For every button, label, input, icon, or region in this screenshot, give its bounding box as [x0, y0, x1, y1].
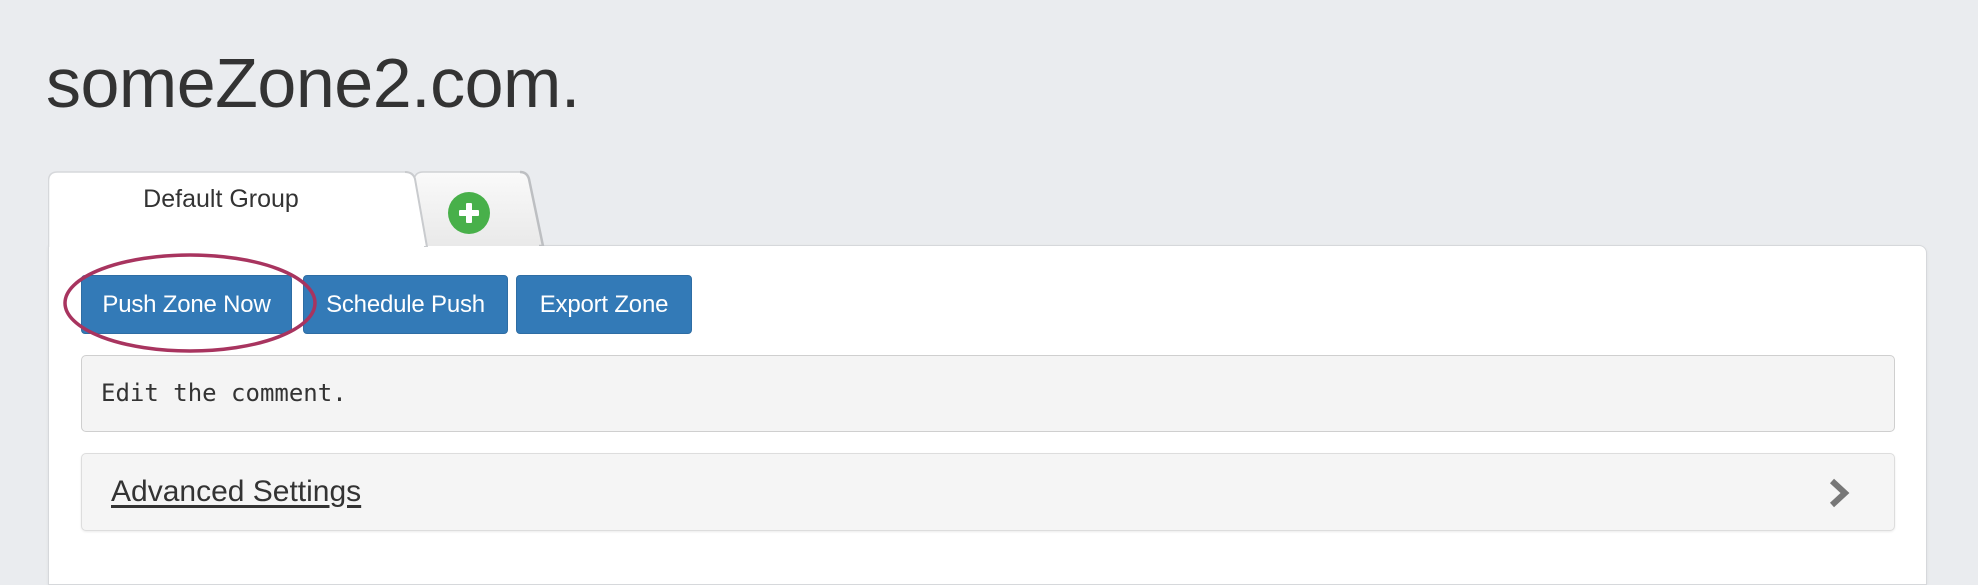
advanced-settings-panel[interactable]: Advanced Settings: [81, 453, 1895, 531]
plus-circle-icon[interactable]: [448, 192, 490, 234]
schedule-push-button[interactable]: Schedule Push: [303, 275, 508, 334]
export-zone-button[interactable]: Export Zone: [516, 275, 692, 334]
push-zone-now-button[interactable]: Push Zone Now: [81, 275, 292, 334]
page-title: someZone2.com.: [46, 44, 580, 122]
comment-field[interactable]: Edit the comment.: [81, 355, 1895, 432]
tab-label: Default Group: [143, 185, 299, 213]
chevron-right-icon: [1829, 478, 1850, 508]
advanced-settings-link[interactable]: Advanced Settings: [111, 454, 361, 530]
